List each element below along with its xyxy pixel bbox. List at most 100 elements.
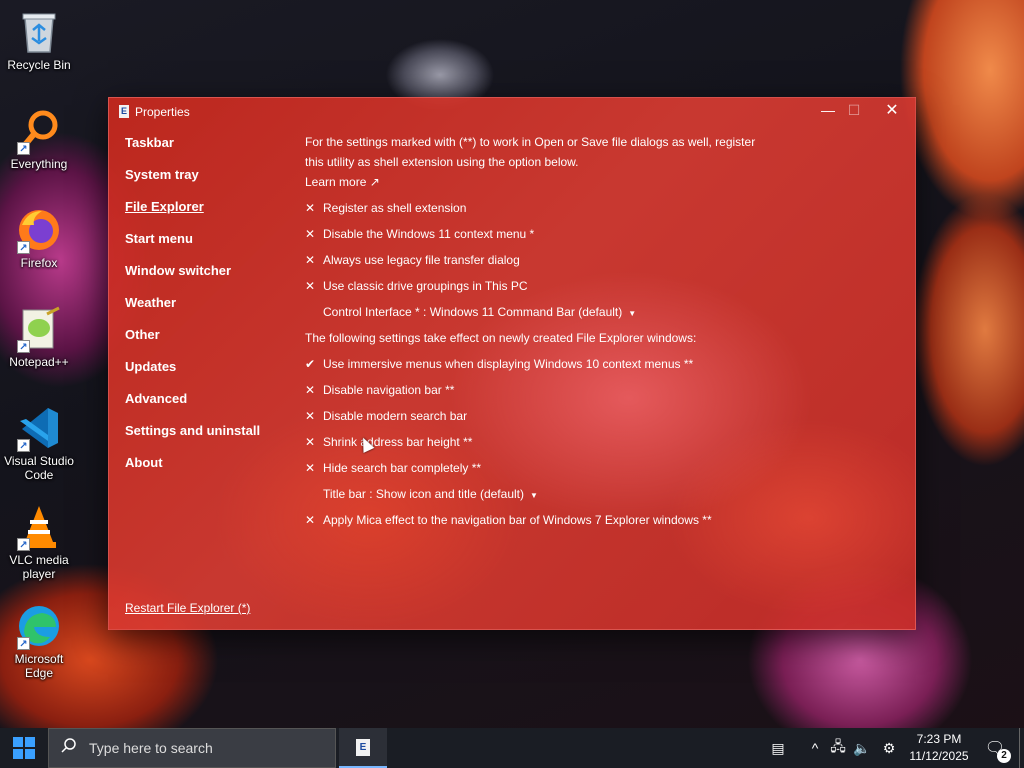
- nav-item-file-explorer[interactable]: File Explorer: [125, 198, 295, 230]
- notification-count-badge: 2: [997, 749, 1011, 763]
- intro-text: For the settings marked with (**) to wor…: [305, 135, 756, 169]
- everything-icon: ↗: [15, 107, 63, 155]
- option-immersive-menus[interactable]: ✔ Use immersive menus when displaying Wi…: [305, 354, 905, 380]
- shortcut-arrow-icon: ↗: [17, 241, 30, 254]
- desktop-icon-label: Microsoft Edge: [14, 652, 64, 680]
- desktop-icon-label: Recycle Bin: [7, 58, 71, 72]
- dropdown-arrow-icon: ▼: [530, 491, 538, 500]
- option-label: Disable the Windows 11 context menu *: [323, 227, 535, 241]
- clock-time: 7:23 PM: [916, 732, 962, 746]
- toggle-off-icon: ✕: [305, 201, 316, 215]
- settings-gear-icon[interactable]: ⚙: [878, 728, 900, 768]
- desktop-icon-notepadpp[interactable]: ↗ Notepad++: [0, 305, 78, 369]
- shortcut-arrow-icon: ↗: [17, 538, 30, 551]
- option-label: Use immersive menus when displaying Wind…: [323, 357, 694, 371]
- toggle-off-icon: ✕: [305, 253, 316, 267]
- desktop-icon-vscode[interactable]: ↗ Visual Studio Code: [0, 404, 78, 482]
- shortcut-arrow-icon: ↗: [17, 142, 30, 155]
- nav-item-system-tray[interactable]: System tray: [125, 166, 295, 198]
- firefox-icon: ↗: [15, 206, 63, 254]
- search-placeholder: Type here to search: [89, 740, 213, 756]
- nav-item-updates[interactable]: Updates: [125, 358, 295, 390]
- option-label: Use classic drive groupings in This PC: [323, 279, 528, 293]
- nav-item-about[interactable]: About: [125, 454, 295, 486]
- window-title: Properties: [135, 105, 190, 119]
- search-icon: [61, 737, 81, 759]
- taskbar-app-properties[interactable]: E: [339, 728, 387, 768]
- edge-icon: ↗: [15, 602, 63, 650]
- toggle-off-icon: ✕: [305, 279, 316, 293]
- desktop-icon-recycle-bin[interactable]: Recycle Bin: [0, 8, 78, 72]
- title-bar[interactable]: E Properties — ☐ ✕: [109, 98, 915, 126]
- toggle-off-icon: ✕: [305, 513, 316, 527]
- clock-date: 11/12/2025: [909, 749, 969, 763]
- windows-logo-icon: [13, 737, 35, 759]
- option-legacy-file-transfer-dialog[interactable]: ✕ Always use legacy file transfer dialog: [305, 250, 905, 276]
- shortcut-arrow-icon: ↗: [17, 439, 30, 452]
- nav-item-taskbar[interactable]: Taskbar: [125, 134, 295, 166]
- option-register-shell-extension[interactable]: ✕ Register as shell extension: [305, 198, 905, 224]
- nav-item-settings-and-uninstall[interactable]: Settings and uninstall: [125, 422, 295, 454]
- desktop-icon-everything[interactable]: ↗ Everything: [0, 107, 78, 171]
- restart-file-explorer-link[interactable]: Restart File Explorer (*): [125, 601, 250, 615]
- option-mica-navigation-bar[interactable]: ✕ Apply Mica effect to the navigation ba…: [305, 510, 905, 536]
- nav-item-other[interactable]: Other: [125, 326, 295, 358]
- nav-item-window-switcher[interactable]: Window switcher: [125, 262, 295, 294]
- toggle-off-icon: ✕: [305, 409, 316, 423]
- desktop-icon-label: Visual Studio Code: [4, 454, 74, 482]
- toggle-off-icon: ✕: [305, 435, 316, 449]
- option-shrink-address-bar[interactable]: ✕ Shrink address bar height **: [305, 432, 905, 458]
- properties-window: E Properties — ☐ ✕ Taskbar System tray F…: [108, 97, 916, 630]
- option-label: Always use legacy file transfer dialog: [323, 253, 520, 267]
- settings-content: For the settings marked with (**) to wor…: [305, 132, 905, 536]
- desktop-icon-firefox[interactable]: ↗ Firefox: [0, 206, 78, 270]
- volume-icon[interactable]: 🔈: [852, 728, 872, 768]
- option-disable-navigation-bar[interactable]: ✕ Disable navigation bar **: [305, 380, 905, 406]
- desktop-icon-label: Everything: [10, 157, 68, 171]
- desktop-icon-vlc[interactable]: ↗ VLC media player: [0, 503, 78, 581]
- shortcut-arrow-icon: ↗: [17, 637, 30, 650]
- dropdown-label: Title bar : Show icon and title (default…: [323, 487, 524, 501]
- toggle-off-icon: ✕: [305, 383, 316, 397]
- desktop-icon-edge[interactable]: ↗ Microsoft Edge: [0, 602, 78, 680]
- network-icon[interactable]: 🖧: [828, 728, 848, 768]
- toggle-off-icon: ✕: [305, 227, 316, 241]
- show-desktop-button[interactable]: [1019, 728, 1024, 768]
- news-widget-icon[interactable]: ▤: [766, 728, 790, 768]
- recycle-bin-icon: [15, 8, 63, 56]
- action-center-button[interactable]: 🗨 2: [980, 728, 1011, 768]
- control-interface-dropdown[interactable]: Control Interface * : Windows 11 Command…: [305, 302, 905, 328]
- start-button[interactable]: [0, 728, 48, 768]
- desktop-icon-label: VLC media player: [9, 553, 69, 581]
- toggle-off-icon: ✕: [305, 461, 316, 475]
- title-bar-dropdown[interactable]: Title bar : Show icon and title (default…: [305, 484, 905, 510]
- learn-more-link[interactable]: Learn more ↗: [305, 172, 905, 192]
- notepad-plus-plus-icon: ↗: [15, 305, 63, 353]
- vlc-icon: ↗: [15, 503, 63, 551]
- nav-item-weather[interactable]: Weather: [125, 294, 295, 326]
- note-text: The following settings take effect on ne…: [305, 331, 697, 345]
- desktop-icon-label: Firefox: [20, 256, 58, 270]
- option-classic-drive-groupings[interactable]: ✕ Use classic drive groupings in This PC: [305, 276, 905, 302]
- option-label: Register as shell extension: [323, 201, 467, 215]
- option-label: Apply Mica effect to the navigation bar …: [323, 513, 712, 527]
- checkmark-icon: ✔: [305, 357, 316, 371]
- settings-nav: Taskbar System tray File Explorer Start …: [125, 134, 295, 486]
- maximize-button[interactable]: ☐: [837, 98, 871, 122]
- taskbar: Type here to search E ▤ ^ 🖧 🔈 ⚙ 7:23 PM …: [0, 728, 1024, 768]
- taskbar-search-box[interactable]: Type here to search: [48, 728, 336, 768]
- vscode-icon: ↗: [15, 404, 63, 452]
- show-hidden-icons-chevron-icon[interactable]: ^: [806, 728, 824, 768]
- app-icon: E: [119, 105, 129, 118]
- shortcut-arrow-icon: ↗: [17, 340, 30, 353]
- dropdown-arrow-icon: ▼: [628, 309, 637, 318]
- dropdown-label: Control Interface * : Windows 11 Command…: [323, 305, 623, 319]
- option-disable-win11-context-menu[interactable]: ✕ Disable the Windows 11 context menu *: [305, 224, 905, 250]
- nav-item-start-menu[interactable]: Start menu: [125, 230, 295, 262]
- option-label: Hide search bar completely **: [323, 461, 482, 475]
- option-hide-search-bar[interactable]: ✕ Hide search bar completely **: [305, 458, 905, 484]
- clock[interactable]: 7:23 PM 11/12/2025: [904, 731, 974, 765]
- nav-item-advanced[interactable]: Advanced: [125, 390, 295, 422]
- close-button[interactable]: ✕: [875, 98, 909, 122]
- option-disable-modern-search-bar[interactable]: ✕ Disable modern search bar: [305, 406, 905, 432]
